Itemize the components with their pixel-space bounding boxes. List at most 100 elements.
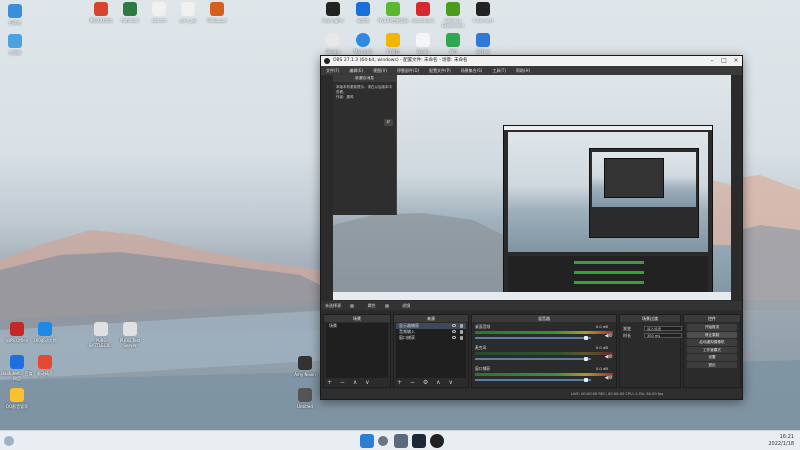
desktop-icon-google[interactable]: Google — [316, 33, 350, 54]
sources-controls[interactable]: + − ⚙ ∧ ∨ — [394, 378, 468, 387]
task-view-icon[interactable] — [394, 434, 408, 448]
menu-tools[interactable]: 工具(T) — [487, 66, 511, 75]
desktop-icon-baidu[interactable]: Baidu — [406, 33, 440, 54]
lock-icon[interactable] — [460, 336, 463, 340]
filter-icon — [384, 304, 389, 308]
menu-edit[interactable]: 编辑(E) — [344, 66, 368, 75]
desktop-icon-cloud-game[interactable]: 云游戏 — [346, 2, 380, 23]
stop-recording-button[interactable]: 停止录制 — [687, 331, 737, 338]
menu-view[interactable]: 视图(V) — [368, 66, 392, 75]
system-tray[interactable]: 16:21 2022/1/18 — [768, 434, 794, 448]
desktop-icon-geforce[interactable]: GeForce Experience — [436, 2, 470, 28]
volume-slider[interactable] — [475, 378, 591, 382]
weather-icon[interactable] — [4, 436, 14, 446]
desktop-icon-connect[interactable]: 1-Connect — [466, 2, 500, 23]
level-meter — [475, 352, 613, 355]
mixer-channels: 桌面音频 0.0 dB ◀⚙ 麦克风 0.0 dB ◀⚙ 窗口捕获 0.0 dB — [472, 323, 616, 386]
desktop-icon-untitled[interactable]: Untitled — [288, 388, 322, 409]
desktop-icon-wallpaper[interactable]: Wallpaper — [200, 2, 234, 23]
source-item[interactable]: 窗口捕获 — [396, 335, 466, 341]
desktop-icon-yy[interactable]: YY语音 — [376, 33, 410, 54]
steam-icon[interactable] — [412, 434, 426, 448]
channel-name: 麦克风 — [475, 345, 487, 350]
desktop-icon-label: Wifi — [449, 49, 457, 54]
desktop-icon-github[interactable]: GitHub — [466, 33, 500, 54]
lock-icon[interactable] — [460, 330, 463, 334]
transitions-header: 场景过渡 — [620, 315, 680, 322]
obs-titlebar[interactable]: OBS 27.1.3 (64-bit, windows) - 配置文件: 未命名… — [321, 56, 742, 66]
app-icon — [386, 2, 400, 16]
scenes-header: 场景 — [324, 315, 390, 322]
desktop-icon-this-pc[interactable]: 此电脑 — [0, 34, 32, 55]
desktop-icon-driver[interactable]: 驱动精灵 — [28, 355, 62, 376]
eye-icon[interactable] — [452, 330, 456, 333]
obs-window[interactable]: OBS 27.1.3 (64-bit, windows) - 配置文件: 未命名… — [320, 55, 743, 400]
app-icon — [416, 2, 430, 16]
filters-button[interactable]: 滤镜 — [402, 301, 410, 310]
obs-logo-icon — [324, 58, 330, 64]
desktop-icon-edge[interactable]: Microsoft — [346, 33, 380, 54]
preview-canvas[interactable]: 新通知/消息 本版本有更新提示，请在以后版本中查看。 作者：晨鸣 好 — [333, 75, 731, 300]
desktop-icon-rayling[interactable]: RaylingPro — [316, 2, 350, 23]
notice-ok-button[interactable]: 好 — [383, 119, 393, 126]
studio-mode-button[interactable]: 工作室模式 — [687, 346, 737, 353]
menu-profile[interactable]: 配置文件(P) — [424, 66, 456, 75]
desktop-icon-360[interactable]: 360驱动大师 — [28, 322, 62, 343]
controls-header: 控件 — [684, 315, 740, 322]
volume-slider[interactable] — [475, 336, 591, 340]
properties-button[interactable]: 属性 — [368, 301, 376, 310]
no-source-label: 未选择源 — [325, 303, 341, 308]
desktop-icon-wifi[interactable]: Wifi — [436, 33, 470, 54]
app-icon — [38, 322, 52, 336]
desktop-icon-label: YY语音 — [386, 49, 400, 54]
image-icon — [298, 356, 312, 370]
eye-icon[interactable] — [452, 336, 456, 339]
close-icon[interactable]: × — [730, 56, 742, 66]
obs-taskbar-icon[interactable] — [430, 434, 444, 448]
wps-icon — [10, 322, 24, 336]
app-icon — [386, 33, 400, 47]
desktop-icon-label: 1-Connect — [472, 18, 494, 23]
menu-scene-collection[interactable]: 场景集合(S) — [456, 66, 488, 75]
desktop-icon-pubg-test[interactable]: PUBG Test Server — [113, 322, 147, 348]
lock-icon[interactable] — [460, 324, 463, 328]
volume-slider[interactable] — [475, 357, 591, 361]
desktop-icon-label: 驱动精灵 — [37, 371, 53, 376]
edge-icon — [356, 33, 370, 47]
desktop-icon-label: NVIDIA控制面板 — [378, 18, 408, 23]
notice-text: 本版本有更新提示，请在以后版本中查看。 — [336, 85, 392, 94]
exit-button[interactable]: 退出 — [687, 361, 737, 368]
desktop-icon-recycle-bin[interactable]: 回收站 — [0, 4, 32, 25]
start-virtual-camera-button[interactable]: 启动虚拟摄像机 — [687, 339, 737, 346]
desktop-icon-amy[interactable]: Amy Nixon — [288, 356, 322, 377]
desktop-icon-qq-player[interactable]: QQ影音管家 — [0, 388, 34, 409]
menu-help[interactable]: 帮助(H) — [511, 66, 535, 75]
scenes-controls[interactable]: + − ∧ ∨ — [324, 378, 390, 387]
start-streaming-button[interactable]: 开始推流 — [687, 324, 737, 331]
mute-icon[interactable]: ◀⚙ — [605, 333, 613, 339]
mixer-channel: 桌面音频 0.0 dB ◀⚙ — [472, 323, 616, 344]
desktop-icon-nvidia[interactable]: NVIDIA控制面板 — [376, 2, 410, 23]
desktop-icon-label: Baidu — [417, 49, 429, 54]
duration-input[interactable]: 300 ms — [644, 333, 682, 338]
menu-file[interactable]: 文件(F) — [321, 66, 344, 75]
chrome-icon — [326, 33, 340, 47]
mute-icon[interactable]: ◀⚙ — [605, 354, 613, 360]
recycle-bin-icon — [8, 4, 22, 18]
desktop-icon-cloudmusic[interactable]: cloudmusic — [406, 2, 440, 23]
start-icon[interactable] — [360, 434, 374, 448]
menu-docks[interactable]: 停靠部件(D) — [392, 66, 424, 75]
maximize-icon[interactable]: □ — [718, 56, 730, 66]
settings-button[interactable]: 设置 — [687, 354, 737, 361]
search-icon[interactable] — [378, 436, 388, 446]
eye-icon[interactable] — [452, 324, 456, 327]
notice-dialog[interactable]: 新通知/消息 本版本有更新提示，请在以后版本中查看。 作者：晨鸣 好 — [333, 75, 397, 215]
gear-icon — [350, 304, 355, 308]
desktop-icon-label: Untitled — [297, 404, 313, 409]
scenes-list: 场景 — [326, 323, 388, 378]
minimize-icon[interactable]: – — [706, 56, 718, 66]
mute-icon[interactable]: ◀⚙ — [605, 375, 613, 381]
scene-item[interactable]: 场景 — [326, 323, 388, 329]
taskbar: 16:21 2022/1/18 — [0, 430, 800, 450]
transition-type-select[interactable]: 淡入淡出 — [644, 326, 682, 331]
